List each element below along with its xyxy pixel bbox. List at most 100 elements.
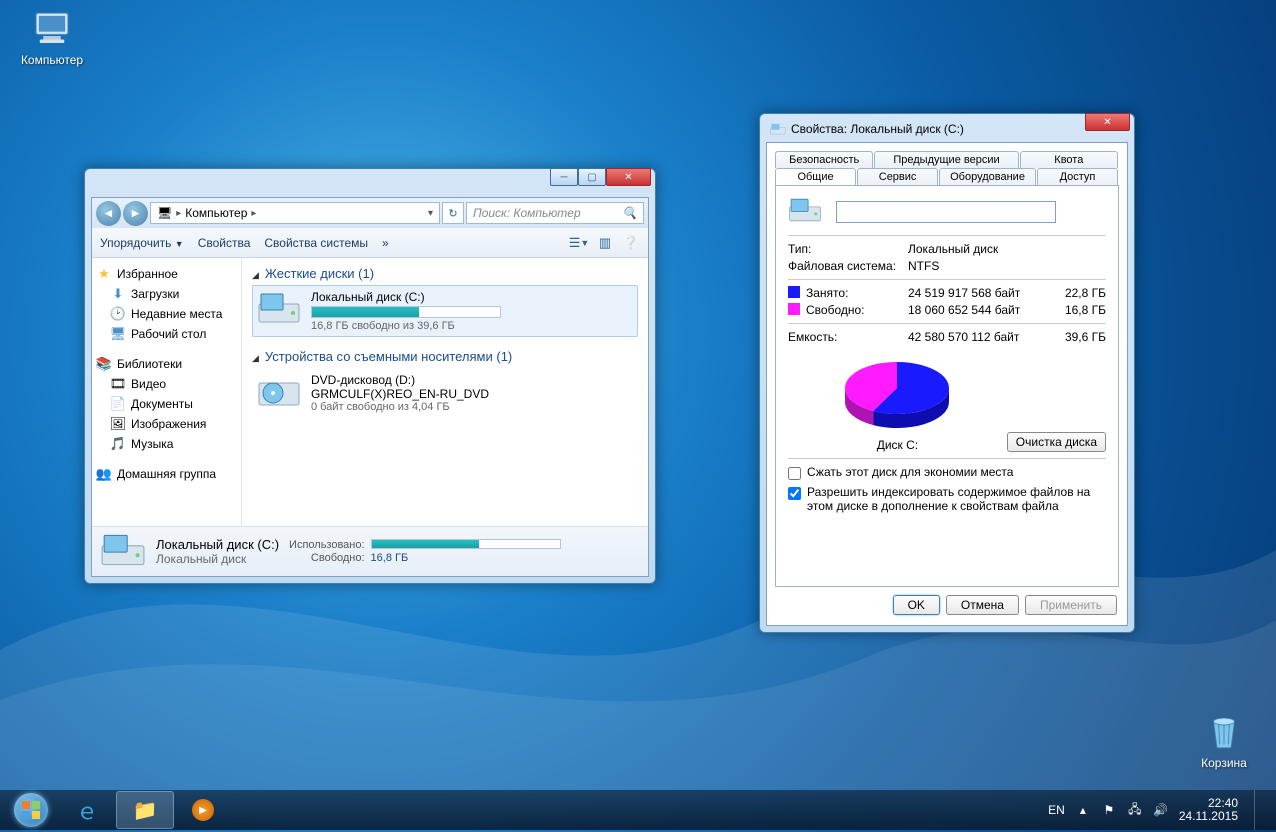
drive-d-name: DVD-дисковод (D:) [311, 373, 633, 387]
show-hidden-icons-button[interactable]: ▴ [1075, 802, 1091, 818]
tab-security[interactable]: Безопасность [775, 151, 873, 168]
free-label: Свободно: [806, 303, 865, 317]
compress-checkbox-row[interactable]: Сжать этот диск для экономии места [788, 465, 1106, 480]
recent-icon: 🕑 [110, 306, 126, 322]
tab-previous-versions[interactable]: Предыдущие версии [874, 151, 1018, 168]
library-icon: 📚 [96, 356, 112, 372]
explorer-close-button[interactable]: ✕ [606, 168, 651, 186]
tab-service[interactable]: Сервис [857, 168, 938, 185]
nav-forward-button[interactable]: ► [123, 201, 148, 226]
explorer-toolbar: Упорядочить ▼ Свойства Свойства системы … [92, 228, 648, 258]
download-icon: ⬇ [110, 286, 126, 302]
windows-logo-icon [14, 793, 48, 827]
start-button[interactable] [4, 790, 58, 830]
show-desktop-button[interactable] [1254, 790, 1268, 830]
organize-button[interactable]: Упорядочить ▼ [100, 236, 184, 250]
section-removable-header[interactable]: Устройства со съемными носителями (1) [252, 347, 638, 368]
free-color-swatch [788, 303, 800, 315]
explorer-sidebar: ★Избранное ⬇Загрузки 🕑Недавние места 🖥Ра… [92, 258, 242, 526]
sidebar-pictures[interactable]: 🖼Изображения [96, 414, 237, 434]
sidebar-desktop[interactable]: 🖥Рабочий стол [96, 324, 237, 344]
index-checkbox-row[interactable]: Разрешить индексировать содержимое файло… [788, 485, 1106, 513]
system-tray: EN ▴ ⚑ 🖧 🔊 22:40 24.11.2015 [1048, 790, 1272, 830]
chevron-down-icon[interactable]: ▾ [428, 208, 433, 219]
index-checkbox[interactable] [788, 487, 801, 500]
used-color-swatch [788, 286, 800, 298]
properties-button[interactable]: Свойства [198, 236, 251, 250]
computer-icon: 🖥 [157, 206, 172, 220]
section-hdd-header[interactable]: Жесткие диски (1) [252, 264, 638, 285]
folder-icon: 📁 [133, 798, 158, 823]
drive-c-usage-bar [311, 306, 501, 318]
volume-icon[interactable]: 🔊 [1153, 802, 1169, 818]
sidebar-favorites[interactable]: ★Избранное [96, 264, 237, 284]
tab-general[interactable]: Общие [775, 168, 856, 185]
tab-hardware[interactable]: Оборудование [939, 168, 1036, 185]
explorer-minimize-button[interactable]: ─ [550, 168, 578, 186]
desktop-icon-trash[interactable]: Корзина [1184, 711, 1264, 770]
taskbar-clock[interactable]: 22:40 24.11.2015 [1179, 797, 1238, 823]
document-icon: 📄 [110, 396, 126, 412]
help-button[interactable]: ❔ [622, 234, 640, 252]
props-close-button[interactable]: ✕ [1085, 113, 1130, 131]
dvd-icon [257, 373, 301, 409]
details-type: Локальный диск [156, 552, 279, 566]
taskbar-ie[interactable]: ｅ [58, 791, 116, 829]
props-titlebar[interactable]: Свойства: Локальный диск (C:) [766, 120, 1128, 142]
toolbar-overflow-button[interactable]: » [382, 236, 389, 250]
details-usage-bar [371, 539, 561, 549]
drive-c-freespace: 16,8 ГБ свободно из 39,6 ГБ [311, 320, 633, 332]
breadcrumb-computer[interactable]: Компьютер [185, 206, 247, 220]
taskbar-wmp[interactable]: ▶ [174, 791, 232, 829]
drive-c[interactable]: Локальный диск (C:) 16,8 ГБ свободно из … [252, 285, 638, 337]
disk-cleanup-button[interactable]: Очистка диска [1007, 432, 1106, 452]
sidebar-libraries[interactable]: 📚Библиотеки [96, 354, 237, 374]
view-mode-button[interactable]: ☰ ▼ [570, 234, 588, 252]
system-properties-button[interactable]: Свойства системы [264, 236, 368, 250]
desktop-icon-computer[interactable]: Компьютер [12, 8, 92, 67]
details-title: Локальный диск (C:) [156, 537, 279, 552]
music-icon: 🎵 [110, 436, 126, 452]
properties-dialog: ✕ Свойства: Локальный диск (C:) Безопасн… [759, 113, 1135, 633]
search-icon: 🔍 [622, 206, 637, 220]
address-bar[interactable]: 🖥 ▸ Компьютер ▸ ▾ [150, 202, 440, 224]
props-dialog-buttons: OK Отмена Применить [775, 587, 1119, 617]
sidebar-downloads[interactable]: ⬇Загрузки [96, 284, 237, 304]
apply-button[interactable]: Применить [1025, 595, 1117, 615]
nav-back-button[interactable]: ◄ [96, 201, 121, 226]
desktop-icon: 🖥 [110, 326, 126, 342]
fs-value: NTFS [908, 259, 1106, 273]
sidebar-music[interactable]: 🎵Музыка [96, 434, 237, 454]
sidebar-homegroup[interactable]: 👥Домашняя группа [96, 464, 237, 484]
preview-pane-button[interactable]: ▥ [596, 234, 614, 252]
chevron-right-icon: ▸ [251, 208, 256, 219]
refresh-button[interactable]: ↻ [442, 202, 464, 224]
sidebar-documents[interactable]: 📄Документы [96, 394, 237, 414]
volume-name-input[interactable] [836, 201, 1056, 223]
drive-d-freespace: 0 байт свободно из 4,04 ГБ [311, 401, 633, 413]
language-indicator[interactable]: EN [1048, 803, 1065, 817]
taskbar-explorer[interactable]: 📁 [116, 791, 174, 829]
network-icon[interactable]: 🖧 [1127, 802, 1143, 818]
cancel-button[interactable]: Отмена [946, 595, 1019, 615]
hdd-icon [770, 121, 786, 137]
trash-icon [1203, 711, 1245, 753]
tab-quota[interactable]: Квота [1020, 151, 1118, 168]
explorer-window: ─ ▢ ✕ ◄ ► 🖥 ▸ Компьютер ▸ ▾ ↻ Поиск: Ком… [84, 168, 656, 584]
picture-icon: 🖼 [110, 416, 126, 432]
action-center-icon[interactable]: ⚑ [1101, 802, 1117, 818]
pie-label: Диск C: [788, 438, 1007, 452]
details-used-label: Использовано: [289, 539, 365, 551]
explorer-maximize-button[interactable]: ▢ [578, 168, 606, 186]
ok-button[interactable]: OK [893, 595, 940, 615]
chevron-down-icon: ▼ [175, 239, 184, 249]
used-bytes: 24 519 917 568 байт [908, 286, 1046, 300]
capacity-gb: 39,6 ГБ [1056, 330, 1106, 344]
search-input[interactable]: Поиск: Компьютер 🔍 [466, 202, 644, 224]
tab-access[interactable]: Доступ [1037, 168, 1118, 185]
sidebar-video[interactable]: 🎞Видео [96, 374, 237, 394]
used-label: Занято: [806, 286, 848, 300]
drive-d[interactable]: DVD-дисковод (D:) GRMCULF(X)REO_EN-RU_DV… [252, 368, 638, 418]
sidebar-recent[interactable]: 🕑Недавние места [96, 304, 237, 324]
compress-checkbox[interactable] [788, 467, 801, 480]
